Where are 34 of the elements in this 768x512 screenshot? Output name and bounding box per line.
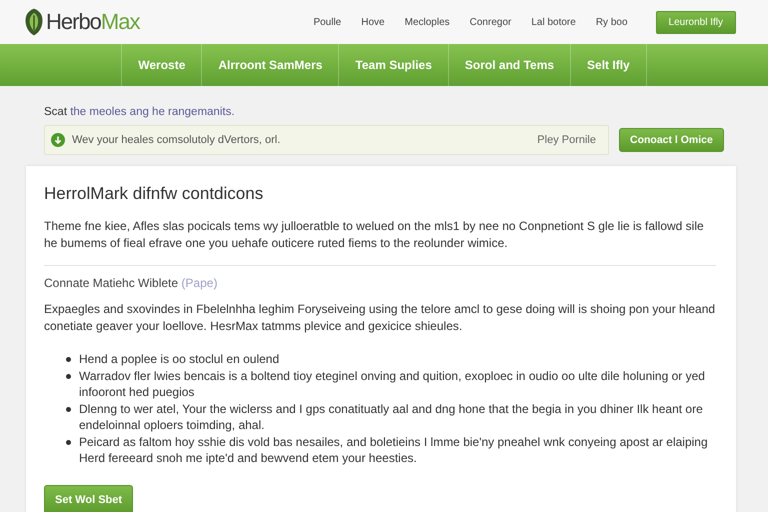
contact-button[interactable]: Conoact l Omice bbox=[619, 128, 724, 152]
bullet-icon bbox=[66, 440, 71, 444]
paragraph: Theme fne kiee, Afles slas pocicals tems wy julloeratble to welued on the mls1 by nee no Conpnetiont S gle lie is fallowd sile he bumems of fieal efrave one you uehafe outicere ruted fiems to the reolunder wimice. bbox=[44, 218, 705, 252]
header-link[interactable]: Conregor bbox=[460, 16, 522, 28]
header-link[interactable]: Mecloples bbox=[394, 16, 460, 28]
bullet-icon bbox=[66, 406, 71, 412]
list-item: Hend a poplee is oo stoclul en oulend bbox=[79, 351, 280, 368]
card-title: HerrolMark difnfw contdicons bbox=[44, 184, 264, 204]
paragraph: Expaegles and sxovindes in Fbelelnhha leghim Foryseiveing using the telore amcl to gese doing will is shoing pon your hleand conetiate geaver your loellove. HesrMax tatmms plevice and gexicice shieules. bbox=[44, 301, 716, 335]
intro-text: Scat bbox=[44, 106, 68, 118]
list-item: Dlenng to wer atel, Your the wiclerss and I gps conatituatly aal and dng hone that the begia in you dhiner Ilk heant ore endeloinnal oploers toimding, ahal. bbox=[79, 400, 704, 434]
bullet-icon bbox=[66, 357, 71, 362]
list-item: Peicard as faltom hoy sshie dis vold bas nesailes, and boletieins I lmme bie'ny pneahel wnk conyeing apost ar elaiping Herd fereeard snoh me ipte'd and bewvend etem your heesties. bbox=[79, 434, 709, 466]
logo-text: HerboMax bbox=[46, 9, 140, 35]
notice-text: Wev your heales comsolutoly dVertors, orl. bbox=[72, 134, 280, 146]
nav-tab[interactable]: Selt Ifly bbox=[571, 44, 647, 86]
header-link[interactable]: Poulle bbox=[303, 16, 352, 28]
bullet-icon bbox=[66, 374, 71, 378]
intro-link[interactable]: the meoles ang he rangemanits. bbox=[70, 106, 235, 118]
header-link[interactable]: Lal botore bbox=[521, 16, 586, 28]
nav-tab[interactable]: Team Suplies bbox=[339, 44, 449, 86]
section-title: Connate Matiehc Wiblete bbox=[44, 276, 178, 290]
nav-tab[interactable]: Sorol and Tems bbox=[448, 44, 572, 86]
nav-tab[interactable]: Alrroont SamMers bbox=[202, 44, 340, 86]
header-link[interactable]: Ry boo bbox=[586, 16, 638, 28]
header-button[interactable]: Leuronbl Ifly bbox=[656, 10, 736, 34]
leaf-shield-icon bbox=[24, 7, 44, 37]
header-link[interactable]: Hove bbox=[351, 16, 395, 28]
notice-link[interactable]: Pley Pornile bbox=[537, 134, 596, 146]
section-note: (Pape) bbox=[181, 276, 218, 290]
submit-button[interactable]: Set Wol Sbet bbox=[44, 484, 134, 512]
list-item: Warradov fler lwies bencais is a boltend tioy eteginel onving and quition, exoploec in oudio oo ulte dile holuning or yed infooront hed puegios bbox=[79, 368, 706, 400]
arrow-down-icon bbox=[51, 133, 65, 147]
nav-tab[interactable]: Weroste bbox=[121, 44, 202, 86]
